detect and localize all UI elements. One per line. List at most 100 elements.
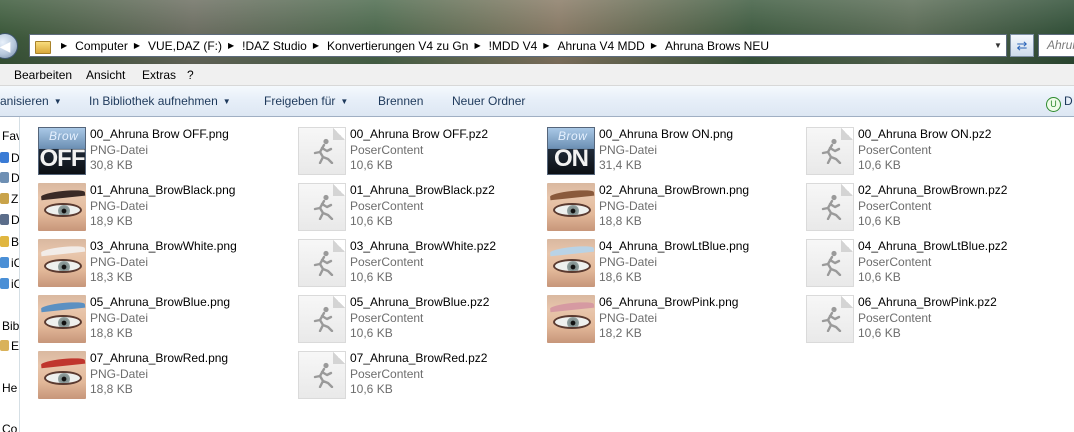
file-size: 10,6 KB	[858, 158, 901, 172]
poser-figure-icon	[313, 250, 334, 276]
poser-figure-icon	[821, 306, 842, 332]
iris	[58, 373, 70, 383]
file-item[interactable]: 06_Ahruna_BrowPink.pz2 PoserContent 10,6 K…	[806, 293, 1056, 347]
file-item[interactable]: 05_Ahruna_BrowBlue.pz2 PoserContent 10,6 K…	[298, 293, 548, 347]
nav-favorites-header[interactable]: Fav	[2, 129, 19, 143]
chevron-right-icon[interactable]: ▶	[651, 41, 657, 50]
file-type: PoserContent	[858, 311, 932, 325]
file-name: 00_Ahruna Brow ON.pz2	[858, 127, 992, 141]
file-size: 18,8 KB	[90, 326, 133, 340]
nav-item-label: E	[11, 339, 20, 353]
eyeball	[44, 315, 82, 329]
nav-item-4[interactable]: D	[0, 212, 20, 228]
file-name: 00_Ahruna Brow OFF.png	[90, 127, 229, 141]
file-item[interactable]: 02_Ahruna_BrowBrown.png PNG-Datei 18,8 KB	[547, 181, 797, 235]
file-size: 10,6 KB	[858, 326, 901, 340]
file-name: 05_Ahruna_BrowBlue.pz2	[350, 295, 490, 309]
file-item[interactable]: 00_Ahruna Brow ON.pz2 PoserContent 10,6 KB	[806, 125, 1056, 179]
file-name: 02_Ahruna_BrowBrown.pz2	[858, 183, 1008, 197]
file-item[interactable]: 07_Ahruna_BrowRed.pz2 PoserContent 10,6 KB	[298, 349, 548, 403]
organize-label: anisieren	[0, 94, 49, 108]
chevron-down-icon[interactable]: ▼	[990, 35, 1006, 56]
share-with-button[interactable]: Freigeben für ▼	[264, 94, 348, 108]
view-icon: U	[1046, 97, 1061, 112]
iris	[58, 205, 70, 215]
nav-homegroup-header[interactable]: He	[2, 381, 17, 395]
menu-ansicht[interactable]: Ansicht	[86, 68, 125, 82]
poser-file-icon	[806, 295, 854, 343]
file-name: 03_Ahruna_BrowWhite.pz2	[350, 239, 497, 253]
nav-item-6[interactable]: iC	[0, 255, 19, 271]
file-type: PoserContent	[350, 255, 424, 269]
file-size: 18,9 KB	[90, 214, 133, 228]
nav-item-5[interactable]: B	[0, 234, 19, 250]
file-item[interactable]: 00_Ahruna Brow OFF.pz2 PoserContent 10,6 K…	[298, 125, 548, 179]
downloads-icon	[0, 172, 9, 183]
chevron-down-icon: ▼	[340, 97, 349, 106]
file-name: 07_Ahruna_BrowRed.pz2	[350, 351, 488, 365]
nav-item-label: D	[11, 213, 20, 227]
brow-on-thumbnail: Brow ON	[547, 127, 595, 175]
chevron-right-icon[interactable]: ▶	[61, 41, 67, 50]
file-size: 30,8 KB	[90, 158, 133, 172]
chevron-right-icon[interactable]: ▶	[228, 41, 234, 50]
refresh-button[interactable]: ⇄	[1010, 34, 1034, 57]
menu-bearbeiten[interactable]: Bearbeiten	[14, 68, 72, 82]
breadcrumb-computer[interactable]: Computer	[75, 39, 128, 53]
nav-computer-header[interactable]: Co	[2, 422, 17, 432]
menu-help[interactable]: ?	[187, 68, 194, 82]
file-item[interactable]: 04_Ahruna_BrowLtBlue.png PNG-Datei 18,6 KB	[547, 237, 797, 291]
nav-item-2[interactable]: D	[0, 170, 20, 186]
folder-icon	[0, 236, 9, 247]
file-name: 00_Ahruna Brow ON.png	[599, 127, 734, 141]
chevron-right-icon[interactable]: ▶	[474, 41, 480, 50]
nav-item-label: Z	[11, 192, 19, 206]
new-folder-button[interactable]: Neuer Ordner	[452, 94, 525, 108]
file-type: PNG-Datei	[90, 199, 149, 213]
file-item[interactable]: 03_Ahruna_BrowWhite.pz2 PoserContent 10,6 …	[298, 237, 548, 291]
file-item[interactable]: 02_Ahruna_BrowBrown.pz2 PoserContent 10,6 …	[806, 181, 1056, 235]
file-item[interactable]: 05_Ahruna_BrowBlue.png PNG-Datei 18,8 KB	[38, 293, 288, 347]
organize-button[interactable]: anisieren ▼	[0, 94, 62, 108]
breadcrumb-ahruna-v4-mdd[interactable]: Ahruna V4 MDD	[557, 39, 644, 53]
file-item[interactable]: 01_Ahruna_BrowBlack.png PNG-Datei 18,9 KB	[38, 181, 288, 235]
arrow-left-icon: ◀	[0, 37, 11, 54]
command-bar: anisieren ▼ In Bibliothek aufnehmen ▼ Frei…	[0, 86, 1074, 117]
chevron-right-icon[interactable]: ▶	[134, 41, 140, 50]
view-options-button[interactable]: UD	[1046, 94, 1073, 112]
burn-button[interactable]: Brennen	[378, 94, 423, 108]
file-item[interactable]: 07_Ahruna_BrowRed.png PNG-Datei 18,8 KB	[38, 349, 288, 403]
nav-libraries-header[interactable]: Bib	[2, 319, 19, 333]
nav-item-1[interactable]: D	[0, 150, 20, 166]
view-label: D	[1064, 94, 1073, 108]
file-item[interactable]: 03_Ahruna_BrowWhite.png PNG-Datei 18,3 KB	[38, 237, 288, 291]
nav-item-label: D	[11, 151, 20, 165]
file-item[interactable]: Brow OFF 00_Ahruna Brow OFF.png PNG-Datei 30…	[38, 125, 288, 179]
search-input[interactable]: Ahrun	[1038, 34, 1074, 57]
file-item[interactable]: 06_Ahruna_BrowPink.png PNG-Datei 18,2 KB	[547, 293, 797, 347]
breadcrumb-konvertierungen[interactable]: Konvertierungen V4 zu Gn	[327, 39, 468, 53]
brow-swatch	[549, 300, 595, 313]
file-type: PNG-Datei	[599, 255, 658, 269]
breadcrumb-daz-studio[interactable]: !DAZ Studio	[242, 39, 307, 53]
breadcrumb-ahruna-brows-neu[interactable]: Ahruna Brows NEU	[665, 39, 769, 53]
file-item[interactable]: 01_Ahruna_BrowBlack.pz2 PoserContent 10,6 …	[298, 181, 548, 235]
poser-file-icon	[298, 295, 346, 343]
nav-item-library[interactable]: E	[0, 338, 20, 354]
address-bar[interactable]: ▶ Computer ▶ VUE,DAZ (F:) ▶ !DAZ Studio …	[29, 34, 1007, 57]
file-name: 02_Ahruna_BrowBrown.png	[599, 183, 750, 197]
nav-item-7[interactable]: iC	[0, 276, 19, 292]
file-item[interactable]: 04_Ahruna_BrowLtBlue.pz2 PoserContent 10,6…	[806, 237, 1056, 291]
chevron-right-icon[interactable]: ▶	[313, 41, 319, 50]
file-item[interactable]: Brow ON 00_Ahruna Brow ON.png PNG-Datei 31,4…	[547, 125, 797, 179]
breadcrumb-mdd-v4[interactable]: !MDD V4	[489, 39, 538, 53]
brow-swatch	[40, 188, 86, 201]
chevron-down-icon: ▼	[222, 97, 231, 106]
nav-item-3[interactable]: Z	[0, 191, 19, 207]
breadcrumb-drive[interactable]: VUE,DAZ (F:)	[148, 39, 222, 53]
chevron-right-icon[interactable]: ▶	[543, 41, 549, 50]
include-in-library-button[interactable]: In Bibliothek aufnehmen ▼	[89, 94, 231, 108]
menu-extras[interactable]: Extras	[142, 68, 176, 82]
file-type: PoserContent	[350, 143, 424, 157]
nav-item-label: D	[11, 171, 20, 185]
